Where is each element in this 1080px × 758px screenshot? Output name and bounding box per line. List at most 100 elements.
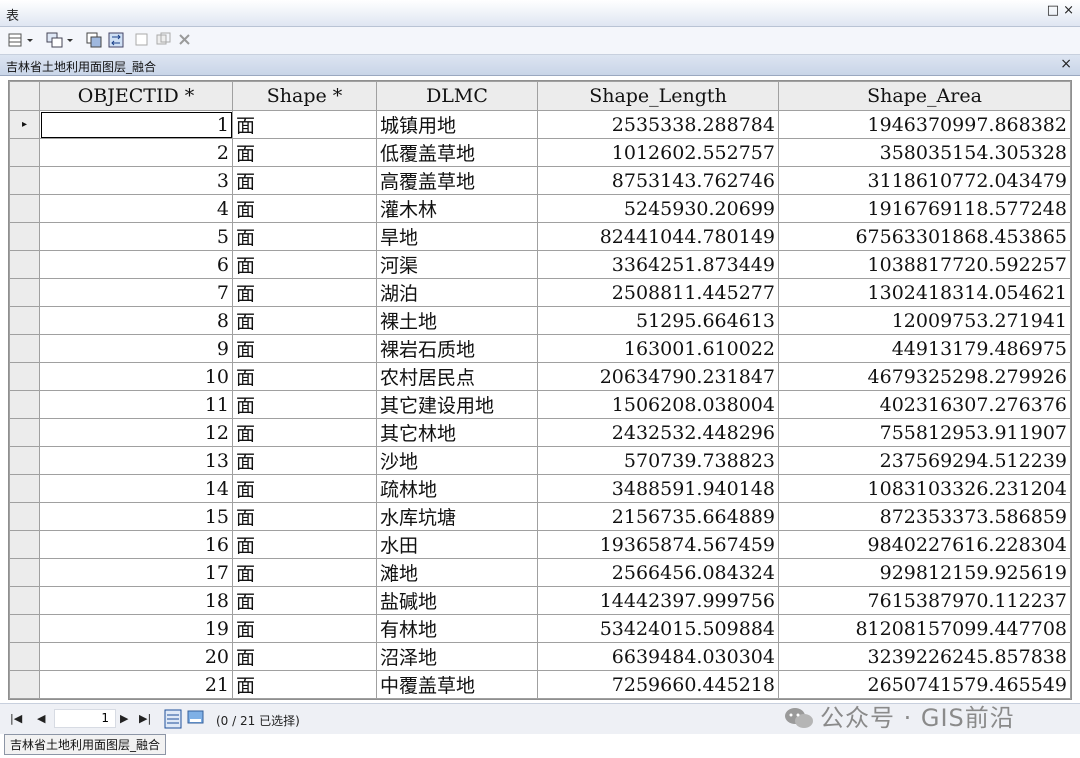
cell-dlmc[interactable]: 水田	[376, 530, 538, 559]
row-selector[interactable]	[9, 362, 40, 391]
cell-shape-area[interactable]: 4679325298.279926	[778, 362, 1071, 391]
table-row[interactable]: 12 面其它林地 2432532.448296 755812953.911907	[9, 418, 1071, 447]
cell-shape-area[interactable]: 929812159.925619	[778, 558, 1071, 587]
bottom-table-tab[interactable]: 吉林省土地利用面图层_融合	[4, 734, 167, 755]
cell-shape-area[interactable]: 3239226245.857838	[778, 642, 1071, 671]
cell-objectid[interactable]: 17	[39, 558, 233, 587]
cell-shape[interactable]: 面	[232, 278, 377, 307]
row-selector[interactable]	[9, 586, 40, 615]
cell-shape-area[interactable]: 3118610772.043479	[778, 166, 1071, 195]
cell-shape-length[interactable]: 1012602.552757	[537, 138, 779, 167]
cell-shape-area[interactable]: 67563301868.453865	[778, 222, 1071, 251]
previous-record-icon[interactable]: ◀	[37, 712, 45, 725]
table-row[interactable]: 17 面滩地 2566456.084324 929812159.925619	[9, 558, 1071, 587]
cell-shape-length[interactable]: 7259660.445218	[537, 670, 779, 699]
cell-shape[interactable]: 面	[232, 502, 377, 531]
cell-shape[interactable]: 面	[232, 166, 377, 195]
table-row[interactable]: 11 面其它建设用地 1506208.038004 402316307.276376	[9, 390, 1071, 419]
row-selector[interactable]	[9, 446, 40, 475]
cell-objectid[interactable]: 2	[39, 138, 233, 167]
table-row[interactable]: 9 面裸岩石质地 163001.610022 44913179.486975	[9, 334, 1071, 363]
cell-shape-length[interactable]: 570739.738823	[537, 446, 779, 475]
cell-shape[interactable]: 面	[232, 418, 377, 447]
table-row[interactable]: 5 面旱地 82441044.780149 67563301868.453865	[9, 222, 1071, 251]
cell-shape-length[interactable]: 51295.664613	[537, 306, 779, 335]
cell-objectid[interactable]: 8	[39, 306, 233, 335]
row-selector[interactable]	[9, 642, 40, 671]
table-tab[interactable]: 吉林省土地利用面图层_融合 ×	[0, 55, 1080, 76]
cell-shape-area[interactable]: 2650741579.465549	[778, 670, 1071, 699]
cell-shape[interactable]: 面	[232, 390, 377, 419]
table-row[interactable]: 6 面河渠 3364251.873449 1038817720.592257	[9, 250, 1071, 279]
cell-objectid[interactable]: 6	[39, 250, 233, 279]
table-row[interactable]: 21 面中覆盖草地 7259660.445218 2650741579.465549	[9, 670, 1071, 699]
cell-shape-length[interactable]: 2432532.448296	[537, 418, 779, 447]
table-row[interactable]: 2 面低覆盖草地 1012602.552757 358035154.305328	[9, 138, 1071, 167]
cell-dlmc[interactable]: 滩地	[376, 558, 538, 587]
first-record-icon[interactable]: |◀	[10, 712, 22, 725]
cell-dlmc[interactable]: 沼泽地	[376, 642, 538, 671]
cell-objectid[interactable]: 15	[39, 502, 233, 531]
row-selector[interactable]	[9, 502, 40, 531]
zoom-selected-icon[interactable]	[156, 32, 172, 48]
switch-selection-icon[interactable]	[108, 32, 126, 48]
cell-shape[interactable]: 面	[232, 250, 377, 279]
cell-shape[interactable]: 面	[232, 642, 377, 671]
cell-objectid[interactable]: 9	[39, 334, 233, 363]
table-row[interactable]: 7 面湖泊 2508811.445277 1302418314.054621	[9, 278, 1071, 307]
cell-dlmc[interactable]: 农村居民点	[376, 362, 538, 391]
cell-objectid[interactable]: 5	[39, 222, 233, 251]
cell-shape-length[interactable]: 163001.610022	[537, 334, 779, 363]
row-selector[interactable]	[9, 222, 40, 251]
cell-shape-length[interactable]: 6639484.030304	[537, 642, 779, 671]
cell-shape-area[interactable]: 402316307.276376	[778, 390, 1071, 419]
cell-shape-area[interactable]: 44913179.486975	[778, 334, 1071, 363]
cell-shape[interactable]: 面	[232, 194, 377, 223]
cell-objectid[interactable]: 1	[39, 110, 233, 139]
cell-shape-length[interactable]: 2535338.288784	[537, 110, 779, 139]
cell-shape-length[interactable]: 2156735.664889	[537, 502, 779, 531]
cell-objectid[interactable]: 12	[39, 418, 233, 447]
cell-objectid[interactable]: 16	[39, 530, 233, 559]
table-row[interactable]: 20 面沼泽地 6639484.030304 3239226245.857838	[9, 642, 1071, 671]
show-selected-records-icon[interactable]	[187, 710, 205, 726]
row-selector[interactable]	[9, 166, 40, 195]
column-header-shape-length[interactable]: Shape_Length	[537, 81, 779, 111]
cell-dlmc[interactable]: 旱地	[376, 222, 538, 251]
table-row[interactable]: 15 面水库坑塘 2156735.664889 872353373.586859	[9, 502, 1071, 531]
cell-shape[interactable]: 面	[232, 586, 377, 615]
cell-shape-area[interactable]: 1916769118.577248	[778, 194, 1071, 223]
cell-shape-area[interactable]: 358035154.305328	[778, 138, 1071, 167]
table-options-icon[interactable]	[8, 32, 36, 48]
cell-objectid[interactable]: 20	[39, 642, 233, 671]
table-row[interactable]: 8 面裸土地 51295.664613 12009753.271941	[9, 306, 1071, 335]
cell-objectid[interactable]: 7	[39, 278, 233, 307]
cell-shape-area[interactable]: 1083103326.231204	[778, 474, 1071, 503]
row-selector[interactable]	[9, 138, 40, 167]
cell-shape-area[interactable]: 1038817720.592257	[778, 250, 1071, 279]
table-row[interactable]: 3 面高覆盖草地 8753143.762746 3118610772.043479	[9, 166, 1071, 195]
cell-shape[interactable]: 面	[232, 530, 377, 559]
table-row[interactable]: 13 面沙地 570739.738823 237569294.512239	[9, 446, 1071, 475]
current-record-input[interactable]: 1	[54, 709, 116, 728]
cell-shape-length[interactable]: 1506208.038004	[537, 390, 779, 419]
cell-objectid[interactable]: 18	[39, 586, 233, 615]
cell-shape-length[interactable]: 3488591.940148	[537, 474, 779, 503]
table-row[interactable]: 16 面水田 19365874.567459 9840227616.228304	[9, 530, 1071, 559]
row-selector[interactable]	[9, 250, 40, 279]
cell-shape-area[interactable]: 237569294.512239	[778, 446, 1071, 475]
cell-dlmc[interactable]: 其它建设用地	[376, 390, 538, 419]
window-controls[interactable]: □ ×	[1047, 3, 1074, 18]
cell-shape[interactable]: 面	[232, 306, 377, 335]
cell-shape[interactable]: 面	[232, 474, 377, 503]
select-by-attributes-icon[interactable]	[86, 32, 104, 48]
table-row[interactable]: 4 面灌木林 5245930.20699 1916769118.577248	[9, 194, 1071, 223]
cell-shape-area[interactable]: 872353373.586859	[778, 502, 1071, 531]
cell-dlmc[interactable]: 裸岩石质地	[376, 334, 538, 363]
cell-shape-length[interactable]: 2566456.084324	[537, 558, 779, 587]
row-selector[interactable]	[9, 418, 40, 447]
cell-objectid[interactable]: 4	[39, 194, 233, 223]
cell-objectid[interactable]: 3	[39, 166, 233, 195]
cell-shape[interactable]: 面	[232, 614, 377, 643]
table-row[interactable]: 19 面有林地 53424015.509884 81208157099.447708	[9, 614, 1071, 643]
